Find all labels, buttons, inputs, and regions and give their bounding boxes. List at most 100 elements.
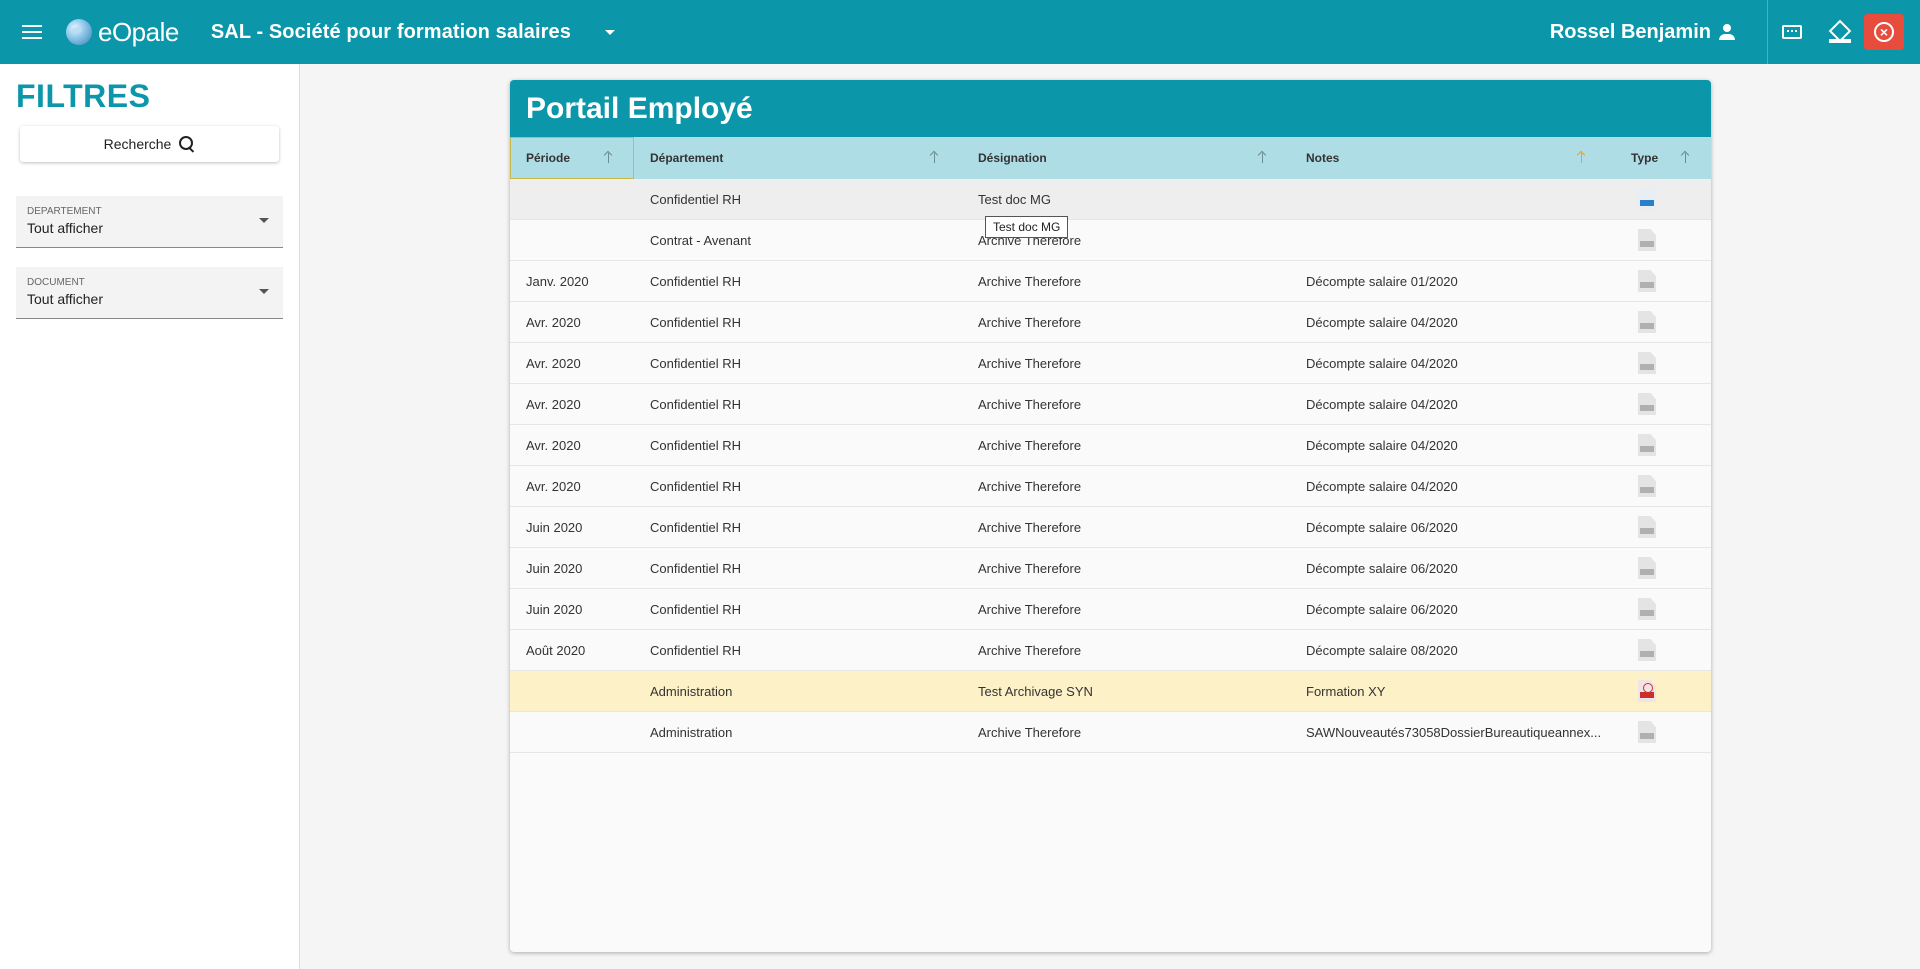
periode-cell: Avr. 2020 <box>526 396 581 412</box>
notes-cell: Décompte salaire 01/2020 <box>1306 273 1458 289</box>
departement-cell: Administration <box>650 683 733 699</box>
type-cell <box>1615 639 1711 661</box>
designation-cell: Archive Therefore <box>978 437 1082 453</box>
notes-cell: SAWNouveautés73058DossierBureautiqueanne… <box>1306 724 1602 740</box>
departement-cell: Confidentiel RH <box>650 601 742 617</box>
periode-cell: Juin 2020 <box>526 519 583 535</box>
department-select-label: DEPARTEMENT <box>27 206 102 217</box>
type-cell <box>1615 516 1711 538</box>
notes-cell: Décompte salaire 06/2020 <box>1306 519 1458 535</box>
designation-cell: Archive Therefore <box>978 560 1082 576</box>
company-dropdown-icon[interactable] <box>604 29 615 35</box>
table-row[interactable]: Administration Archive Therefore SAWNouvea… <box>510 712 1711 753</box>
table-row[interactable]: Contrat - Avenant Archive Therefore <box>510 220 1711 261</box>
table-row[interactable]: Janv. 2020 Confidentiel RH Archive Therefo… <box>510 261 1711 302</box>
panel-title: Portail Employé <box>510 80 1711 137</box>
sort-arrow-active-icon[interactable] <box>1577 150 1587 164</box>
column-header-designation[interactable]: Désignation <box>962 137 1290 179</box>
column-header-type[interactable]: Type <box>1615 137 1711 179</box>
document-select[interactable]: DOCUMENT Tout afficher <box>16 267 283 319</box>
sort-arrow-icon[interactable] <box>1258 150 1268 164</box>
column-header-periode[interactable]: Période <box>510 137 634 179</box>
departement-cell: Confidentiel RH <box>650 642 742 658</box>
sort-arrow-icon[interactable] <box>1681 150 1691 164</box>
generic-file-icon[interactable] <box>1638 598 1656 620</box>
departement-cell: Confidentiel RH <box>650 396 742 412</box>
designation-tooltip: Test doc MG <box>985 216 1069 238</box>
keyboard-button[interactable] <box>1768 0 1816 64</box>
table-row[interactable]: Avr. 2020 Confidentiel RH Archive Therefor… <box>510 466 1711 507</box>
periode-cell: Juin 2020 <box>526 601 583 617</box>
pdf-file-icon[interactable] <box>1638 680 1656 702</box>
document-select-value: Tout afficher <box>27 291 104 307</box>
designation-cell: Archive Therefore <box>978 314 1082 330</box>
filters-sidebar: FILTRES Recherche DEPARTEMENT Tout affic… <box>0 64 300 969</box>
generic-file-icon[interactable] <box>1638 393 1656 415</box>
keyboard-icon <box>1782 25 1802 39</box>
generic-file-icon[interactable] <box>1638 721 1656 743</box>
table-row[interactable]: Administration Test Archivage SYN Formatio… <box>510 671 1711 712</box>
chevron-down-icon <box>259 218 269 223</box>
user-menu[interactable]: Rossel Benjamin <box>1550 21 1735 44</box>
table-row[interactable]: Juin 2020 Confidentiel RH Archive Therefor… <box>510 507 1711 548</box>
table-row[interactable]: Confidentiel RH Test doc MG <box>510 179 1711 220</box>
designation-cell: Archive Therefore <box>978 478 1082 494</box>
table-row[interactable]: Avr. 2020 Confidentiel RH Archive Therefor… <box>510 302 1711 343</box>
notes-cell: Décompte salaire 04/2020 <box>1306 478 1458 494</box>
designation-cell: Archive Therefore <box>978 519 1082 535</box>
generic-file-icon[interactable] <box>1638 311 1656 333</box>
type-cell <box>1615 393 1711 415</box>
table-body: Confidentiel RH Test doc MG Contrat - Aven… <box>510 179 1711 753</box>
notes-cell: Décompte salaire 04/2020 <box>1306 314 1458 330</box>
department-select[interactable]: DEPARTEMENT Tout afficher <box>16 196 283 248</box>
person-icon <box>1719 24 1735 40</box>
periode-cell: Avr. 2020 <box>526 437 581 453</box>
search-icon <box>179 136 195 152</box>
logo-text: eOpale <box>98 16 179 47</box>
type-cell <box>1615 311 1711 333</box>
generic-file-icon[interactable] <box>1638 434 1656 456</box>
table-row[interactable]: Août 2020 Confidentiel RH Archive Therefor… <box>510 630 1711 671</box>
search-button[interactable]: Recherche <box>20 126 279 162</box>
company-name[interactable]: SAL - Société pour formation salaires <box>211 21 571 44</box>
generic-file-icon[interactable] <box>1638 270 1656 292</box>
paint-bucket-icon <box>1829 21 1851 43</box>
column-header-departement[interactable]: Département <box>634 137 962 179</box>
generic-file-icon[interactable] <box>1638 475 1656 497</box>
generic-file-icon[interactable] <box>1638 639 1656 661</box>
table-row[interactable]: Avr. 2020 Confidentiel RH Archive Therefor… <box>510 343 1711 384</box>
designation-cell: Archive Therefore <box>978 273 1082 289</box>
departement-cell: Administration <box>650 724 733 740</box>
close-button[interactable]: × <box>1864 14 1904 50</box>
doc-file-icon[interactable] <box>1638 188 1656 210</box>
notes-cell: Décompte salaire 08/2020 <box>1306 642 1458 658</box>
app-logo[interactable]: eOpale <box>66 17 179 48</box>
periode-cell: Août 2020 <box>526 642 586 658</box>
generic-file-icon[interactable] <box>1638 352 1656 374</box>
generic-file-icon[interactable] <box>1638 229 1656 251</box>
top-app-bar: eOpale SAL - Société pour formation sala… <box>0 0 1920 64</box>
column-header-notes[interactable]: Notes <box>1290 137 1615 179</box>
document-select-label: DOCUMENT <box>27 277 85 288</box>
departement-cell: Contrat - Avenant <box>650 232 751 248</box>
table-row[interactable]: Juin 2020 Confidentiel RH Archive Therefor… <box>510 548 1711 589</box>
employee-portal-panel: Portail Employé Période Département Dési… <box>510 80 1711 952</box>
periode-cell: Avr. 2020 <box>526 355 581 371</box>
table-row[interactable]: Avr. 2020 Confidentiel RH Archive Therefor… <box>510 384 1711 425</box>
type-cell <box>1615 270 1711 292</box>
table-row[interactable]: Avr. 2020 Confidentiel RH Archive Therefor… <box>510 425 1711 466</box>
notes-cell: Décompte salaire 06/2020 <box>1306 560 1458 576</box>
sort-arrow-icon[interactable] <box>604 150 614 164</box>
globe-icon <box>66 19 92 45</box>
departement-cell: Confidentiel RH <box>650 314 742 330</box>
theme-button[interactable] <box>1816 0 1864 64</box>
hamburger-menu-icon[interactable] <box>22 17 52 47</box>
notes-cell: Formation XY <box>1306 683 1386 699</box>
generic-file-icon[interactable] <box>1638 557 1656 579</box>
type-cell <box>1615 229 1711 251</box>
sort-arrow-icon[interactable] <box>930 150 940 164</box>
generic-file-icon[interactable] <box>1638 516 1656 538</box>
table-header: Période Département Désignation Notes Ty… <box>510 137 1711 179</box>
table-row[interactable]: Juin 2020 Confidentiel RH Archive Therefor… <box>510 589 1711 630</box>
departement-cell: Confidentiel RH <box>650 519 742 535</box>
